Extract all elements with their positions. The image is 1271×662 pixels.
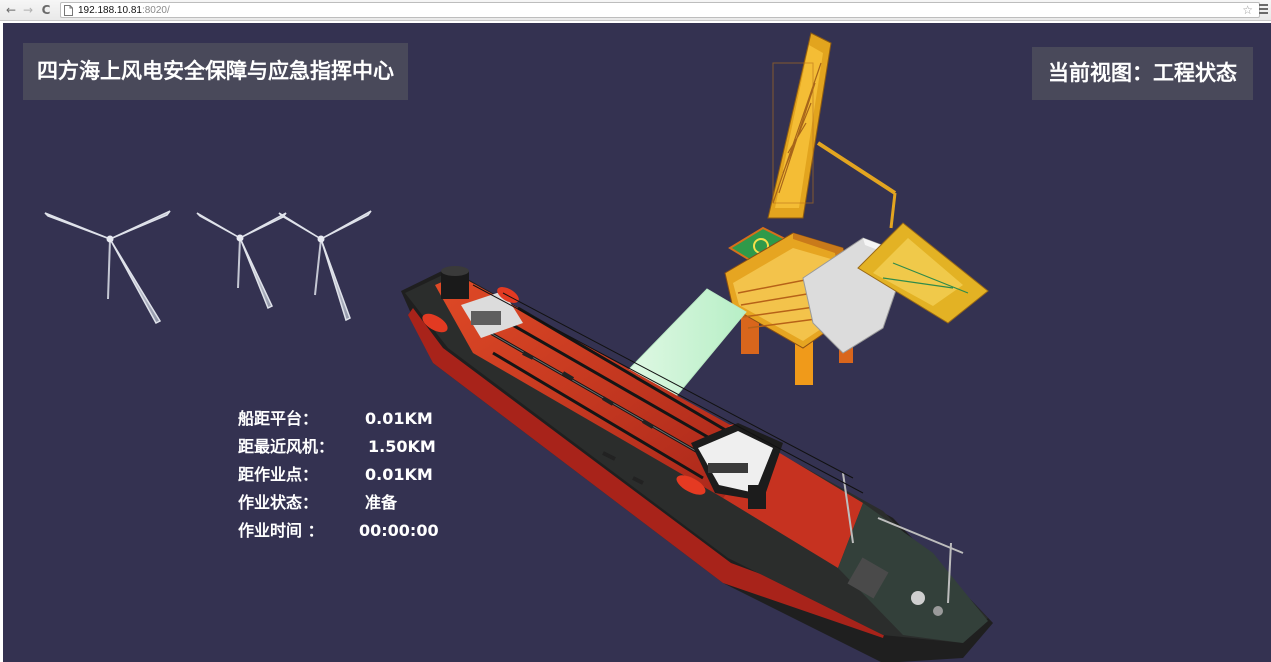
info-label: 作业状态：	[238, 493, 319, 512]
forward-button[interactable]: →	[20, 2, 36, 18]
page-title: 四方海上风电安全保障与应急指挥中心	[23, 43, 408, 100]
info-value: 00:00:00	[359, 521, 439, 540]
scene-graphics	[44, 32, 993, 662]
wind-turbine-3[interactable]	[278, 210, 372, 322]
offshore-platform[interactable]	[724, 32, 989, 385]
wind-turbine-2[interactable]	[196, 212, 287, 310]
info-value: 0.01KM	[365, 465, 433, 484]
reload-button[interactable]: C	[38, 2, 54, 18]
scene-viewport[interactable]: 四方海上风电安全保障与应急指挥中心 当前视图：工程状态 船距平台： 0.01KM…	[0, 23, 1271, 662]
info-value: 0.01KM	[365, 409, 433, 428]
info-value: 准备	[365, 493, 398, 512]
info-value: 1.50KM	[368, 437, 436, 456]
address-bar[interactable]: 192.188.10.81:8020/ ☆	[60, 2, 1260, 18]
page-icon	[64, 5, 73, 16]
info-label: 距最近风机：	[238, 437, 335, 456]
url-path: :8020/	[141, 5, 170, 16]
bookmark-star-icon[interactable]: ☆	[1242, 2, 1253, 18]
info-label: 距作业点：	[238, 465, 319, 484]
url-text[interactable]: 192.188.10.81:8020/	[78, 4, 170, 17]
menu-icon[interactable]	[1259, 4, 1268, 15]
info-label: 作业时间 ：	[238, 521, 324, 540]
url-host: 192.188.10.81	[78, 5, 142, 16]
browser-toolbar: ← → C 192.188.10.81:8020/ ☆	[0, 0, 1271, 21]
wind-turbine-1[interactable]	[44, 210, 171, 324]
back-button[interactable]: ←	[3, 2, 19, 18]
current-view-label[interactable]: 当前视图：工程状态	[1032, 47, 1253, 100]
info-label: 船距平台：	[238, 409, 319, 428]
